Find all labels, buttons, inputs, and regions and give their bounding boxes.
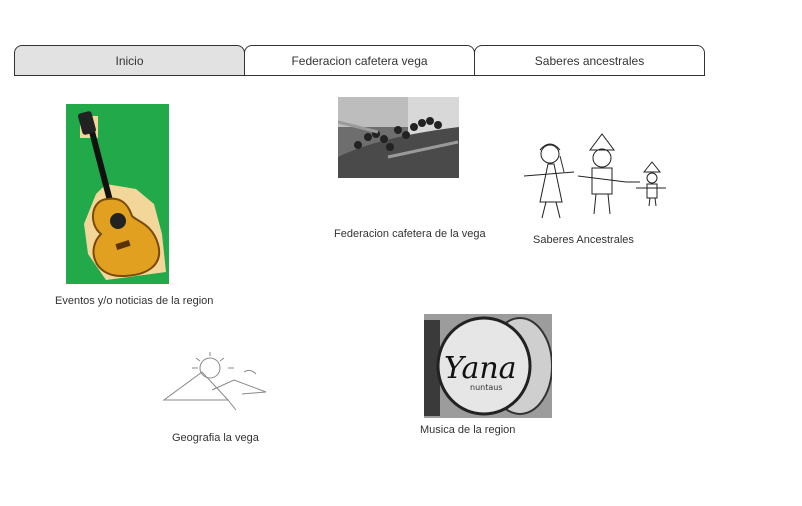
guitar-caption[interactable]: Eventos y/o noticias de la region xyxy=(55,295,213,307)
tab-federacion-cafetera[interactable]: Federacion cafetera vega xyxy=(244,45,475,75)
tab-inicio[interactable]: Inicio xyxy=(14,45,245,75)
drum-subtext: nuntaus xyxy=(470,383,503,392)
tab-federacion-label: Federacion cafetera vega xyxy=(291,53,428,68)
guitar-image[interactable] xyxy=(66,104,169,284)
ancestral-caption[interactable]: Saberes Ancestrales xyxy=(533,234,634,246)
tab-bar: Inicio Federacion cafetera vega Saberes … xyxy=(14,45,705,77)
music-image[interactable]: Yana nuntaus xyxy=(424,314,552,418)
drum-text: Yana xyxy=(444,351,517,386)
coffee-caption[interactable]: Federacion cafetera de la vega xyxy=(334,228,486,240)
ancestral-image[interactable] xyxy=(518,132,668,222)
tab-saberes-label: Saberes ancestrales xyxy=(534,53,645,68)
coffee-image[interactable] xyxy=(338,97,459,178)
geography-image[interactable] xyxy=(162,350,268,414)
tab-underline xyxy=(14,75,705,76)
geography-caption[interactable]: Geografia la vega xyxy=(172,432,259,444)
music-caption[interactable]: Musica de la region xyxy=(420,424,515,436)
tab-inicio-label: Inicio xyxy=(115,53,144,68)
tab-saberes-ancestrales[interactable]: Saberes ancestrales xyxy=(474,45,705,75)
